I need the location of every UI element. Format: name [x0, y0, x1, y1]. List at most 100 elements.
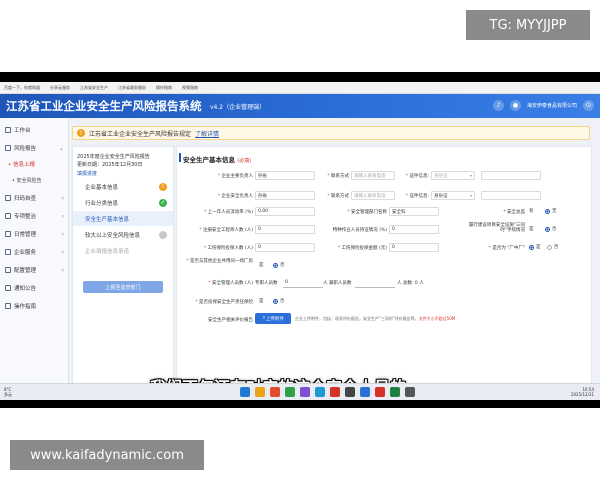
sidebar-item-info-report[interactable]: • 信息上报 [0, 156, 68, 172]
chevron-right-icon: › [61, 194, 64, 202]
id-type-select-1[interactable]: 身份证 ▾ [431, 171, 475, 180]
app-icon[interactable] [405, 387, 415, 397]
chevron-right-icon: › [61, 266, 64, 274]
sidebar-item-config[interactable]: 配置管理 › [0, 262, 68, 278]
safety-dept-input[interactable]: 安全科 [389, 207, 439, 216]
injury-amount-input[interactable]: 0 [389, 243, 439, 252]
id-number-input-1[interactable] [481, 171, 541, 180]
parttime-underline[interactable] [355, 287, 395, 288]
id-type-label-2: * 证件信息: [405, 194, 429, 199]
bookmark-item[interactable]: 操作指南 [156, 85, 172, 91]
safety-dept-label: * 安全管理部门名称 [347, 210, 387, 215]
bookmark-item[interactable]: 江苏省安全生产 [80, 85, 108, 91]
screen: 百度一下，你就知道 分享云服务 江苏省安全生产 江苏省政务服务 操作指南 视频指… [0, 82, 600, 400]
id-type-select-2[interactable]: 身份证 ▾ [431, 191, 475, 200]
liability-yes-radio[interactable]: 是 [259, 298, 264, 304]
step-commitment[interactable]: 企业填报信息承诺 [73, 243, 173, 258]
total-label: 人 总数: 0 人 [397, 281, 424, 286]
sidebar-item-scan-check[interactable]: 扫码自查 › [0, 190, 68, 206]
main-person-input[interactable]: 孙省 [255, 171, 315, 180]
one-factory-label: * 是否为 "厂中厂" [488, 246, 525, 251]
start-icon[interactable] [240, 387, 250, 397]
sidebar-item-special-rectify[interactable]: 专项整治 › [0, 208, 68, 224]
search-icon[interactable] [255, 387, 265, 397]
bookmark-item[interactable]: 百度一下，你就知道 [4, 85, 40, 91]
app-header: 江苏省工业企业安全生产风险报告系统 v4.2（企业管理端） ♪ ● 海安伊泰食品… [0, 94, 600, 118]
injury-count-input[interactable]: 0 [255, 243, 315, 252]
sidebar-item-enterprise-service[interactable]: 企业服务 › [0, 244, 68, 260]
app-version: v4.2（企业管理端） [210, 104, 266, 111]
fulltime-value[interactable]: 0 [285, 280, 288, 285]
excel-icon[interactable] [390, 387, 400, 397]
sidebar-item-guide[interactable]: 操作指南 [0, 298, 68, 314]
app-icon[interactable] [375, 387, 385, 397]
bookmarks-bar: 百度一下，你就知道 分享云服务 江苏省安全生产 江苏省政务服务 操作指南 视频指… [0, 82, 600, 94]
notice-banner: ! 江苏省工业企业安全生产风险报告规定 了解详情 [72, 126, 590, 140]
sidebar-item-risk-notice[interactable]: • 安全风险告 [0, 172, 68, 188]
injury-amount-label: * 工伤保险投保金额 (元) [337, 246, 387, 251]
sidebar-item-notice[interactable]: 通知公告 [0, 280, 68, 296]
bookmark-item[interactable]: 分享云服务 [50, 85, 70, 91]
step-enterprise-info[interactable]: 企业基本信息! [73, 179, 173, 194]
bookmark-item[interactable]: 江苏省政务服务 [118, 85, 146, 91]
word-icon[interactable] [360, 387, 370, 397]
sidebar-item-daily-manage[interactable]: 日常管理 › [0, 226, 68, 242]
safety-officer-no-radio[interactable]: 无 [545, 208, 557, 214]
clock[interactable]: 16:54 2025/12/31 [571, 387, 594, 397]
one-factory-yes-radio[interactable]: 是 [529, 244, 541, 250]
bell-icon [5, 285, 11, 291]
bell-icon[interactable]: ♪ [492, 100, 504, 111]
safety-officer-yes-radio[interactable]: 有 [529, 208, 534, 214]
app-icon[interactable] [270, 387, 280, 397]
taskbar: 8°C 多云 16:54 2025/12/31 [0, 383, 600, 400]
shared-site-yes-radio[interactable]: 是 [259, 262, 264, 268]
watermark: www.kaifadynamic.com [10, 440, 204, 470]
power-icon[interactable]: ⏻ [583, 100, 594, 111]
chevron-right-icon: › [61, 248, 64, 256]
sidebar-item-workbench[interactable]: 工作台 [0, 122, 68, 138]
submit-report-button[interactable]: 上报至监管部门 [83, 281, 163, 293]
report-date: 更新日期：2025年12月30日 [77, 162, 143, 168]
report-icon [5, 145, 11, 151]
browser-icon[interactable] [315, 387, 325, 397]
qrcode-icon [5, 195, 11, 201]
header-actions: ♪ ● 海安伊泰食品有限公司 ⏻ [492, 100, 594, 111]
registered-safety-label: * 注册安全工程师人数 (人) [199, 228, 253, 233]
shared-site-no-radio[interactable]: 否 [273, 262, 285, 268]
step-major-risk-info[interactable]: 较大以上安全风险信息 [73, 227, 173, 242]
avatar[interactable]: ● [509, 100, 521, 111]
upload-button[interactable]: ⇧ 上传附件 [255, 313, 291, 324]
one-factory-no-radio[interactable]: 否 [547, 244, 559, 250]
registered-safety-input[interactable]: 0 [255, 225, 315, 234]
special-ops-input[interactable]: 0 [389, 225, 439, 234]
step-industry-info[interactable]: 行业分类信息 ✓ [73, 195, 173, 210]
app-icon[interactable] [300, 387, 310, 397]
company-name[interactable]: 海安伊泰食品有限公司 [527, 102, 577, 109]
parttime-label: 人 兼职人员数 [323, 281, 352, 286]
app-icon[interactable] [330, 387, 340, 397]
app-icon[interactable] [345, 387, 355, 397]
last-year-rate-input[interactable]: 0.00 [255, 207, 315, 216]
sidebar-item-risk-report[interactable]: 风险报告 ⌄ [0, 140, 68, 156]
warning-icon: ! [159, 182, 167, 191]
notice-link[interactable]: 了解详情 [195, 129, 219, 138]
liability-no-radio[interactable]: 否 [273, 298, 285, 304]
id-number-input-2[interactable] [481, 191, 541, 200]
certificate-label: 安全生产相关评价报告 [208, 318, 253, 323]
step-safety-basic-info[interactable]: 安全生产基本信息 [73, 211, 173, 226]
chevron-down-icon: ⌄ [58, 144, 64, 152]
report-steps-panel: 2025年度企业安全生产风险报告 更新日期：2025年12月30日 填报进度 企… [72, 146, 174, 400]
contact-input-1[interactable]: 请输入联系电话 [351, 171, 395, 180]
taskbar-apps [240, 387, 415, 397]
three-same-yes-radio[interactable]: 是 [529, 226, 534, 232]
gear-icon [5, 267, 11, 273]
report-status[interactable]: 填报进度 [77, 170, 97, 177]
safety-person-input[interactable]: 孙省 [255, 191, 315, 200]
weather-widget[interactable]: 8°C 多云 [4, 387, 12, 397]
bookmark-item[interactable]: 视频指南 [182, 85, 198, 91]
three-same-no-radio[interactable]: 否 [545, 226, 557, 232]
app-title: 江苏省工业企业安全生产风险报告系统 [6, 99, 202, 113]
contact-input-2[interactable]: 请输入联系电话 [351, 191, 395, 200]
contact-label-2: * 联系方式 [327, 194, 349, 199]
app-icon[interactable] [285, 387, 295, 397]
